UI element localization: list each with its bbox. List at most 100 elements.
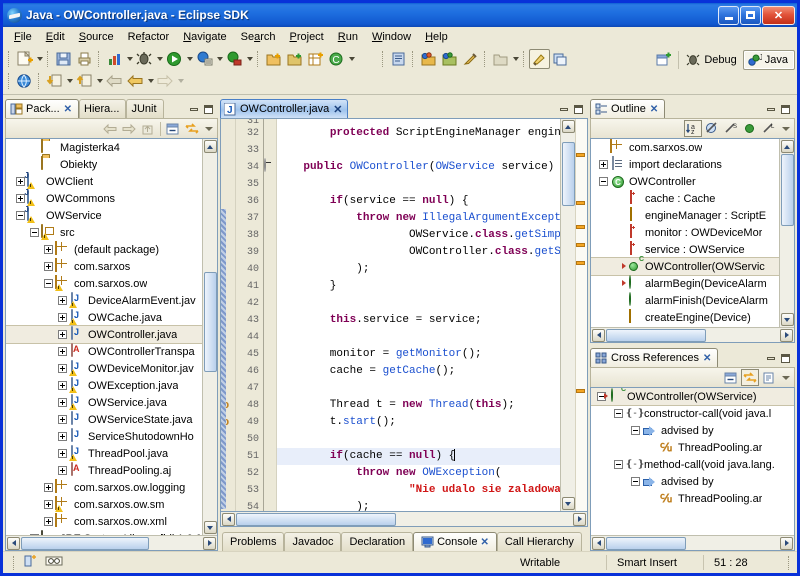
package-explorer-hscrollbar[interactable] [6, 535, 217, 550]
collapse-twisty[interactable] [44, 279, 53, 288]
expand-twisty[interactable] [58, 466, 67, 475]
tab-problems[interactable]: Problems [222, 532, 284, 551]
back-icon[interactable] [104, 71, 125, 91]
forward-icon[interactable] [125, 71, 146, 91]
scroll-left-button[interactable] [592, 329, 605, 342]
external-tools-icon[interactable] [194, 49, 215, 69]
hscroll-thumb[interactable] [21, 537, 149, 550]
next-edit-dropdown[interactable] [176, 71, 185, 91]
hscroll-thumb[interactable] [606, 329, 706, 342]
fold-slot[interactable] [264, 261, 276, 278]
expand-twisty[interactable] [58, 415, 67, 424]
vscroll-thumb[interactable] [781, 154, 794, 226]
collapse-twisty[interactable] [614, 409, 623, 418]
print-icon[interactable] [74, 49, 95, 69]
fold-slot[interactable] [264, 499, 276, 512]
fold-slot[interactable] [264, 448, 276, 465]
tree-row[interactable]: advised by [591, 422, 794, 439]
next-annotation-dropdown[interactable] [65, 71, 74, 91]
new-folder-dropdown[interactable] [511, 49, 520, 69]
expand-twisty[interactable] [58, 364, 67, 373]
tree-row[interactable]: ServiceShutodownHo [6, 428, 202, 445]
previous-annotation-icon[interactable] [74, 71, 95, 91]
annotation-slot[interactable] [221, 159, 235, 176]
code-line[interactable]: ); [277, 261, 560, 278]
minimize-button[interactable] [718, 6, 739, 25]
tree-row[interactable]: ❴-❵constructor-call(void java.l [591, 405, 794, 422]
previous-annotation-dropdown[interactable] [95, 71, 104, 91]
annotation-slot[interactable] [221, 193, 235, 210]
menu-project[interactable]: Project [283, 29, 331, 45]
tree-row[interactable]: OWService [6, 207, 202, 224]
code-line[interactable]: throw new IllegalArgumentException( [277, 210, 560, 227]
tree-row[interactable]: com.sarxos.ow.xml [6, 513, 202, 530]
tree-row[interactable]: Obiekty [6, 156, 202, 173]
vscroll-thumb[interactable] [204, 272, 217, 372]
code-line[interactable]: ); [277, 499, 560, 511]
hscroll-thumb[interactable] [606, 537, 686, 550]
code-line[interactable] [277, 431, 560, 448]
menu-refactor[interactable]: Refactor [121, 29, 177, 45]
expand-twisty[interactable] [58, 449, 67, 458]
code-line[interactable]: OWController.class.getSimple [277, 244, 560, 261]
code-line[interactable]: Thread t = new Thread(this); [277, 397, 560, 414]
scroll-right-button[interactable] [780, 537, 793, 550]
tree-row[interactable]: com.sarxos [6, 258, 202, 275]
scroll-up-button[interactable] [204, 140, 217, 153]
external-tools-dropdown[interactable] [215, 49, 224, 69]
expand-twisty[interactable] [58, 347, 67, 356]
expand-twisty[interactable] [58, 432, 67, 441]
menu-navigate[interactable]: Navigate [176, 29, 233, 45]
open-aspect-icon[interactable] [418, 49, 439, 69]
fold-slot[interactable] [264, 193, 276, 210]
outline-tree[interactable]: com.sarxos.owimport declarationsCOWContr… [590, 138, 795, 343]
scroll-down-button[interactable] [562, 497, 575, 510]
open-aspect2-icon[interactable] [439, 49, 460, 69]
tree-row[interactable]: com.sarxos.ow [591, 139, 779, 156]
minimize-editor-button[interactable] [557, 103, 570, 116]
outline-vscrollbar[interactable] [779, 139, 794, 327]
tree-row[interactable]: COWController [591, 173, 779, 190]
new-javadoc-icon[interactable] [388, 49, 409, 69]
new-folder-icon[interactable] [490, 49, 511, 69]
expand-twisty[interactable] [44, 517, 53, 526]
overview-warning-mark[interactable] [576, 225, 585, 229]
tree-row[interactable]: ThreadPooling.aj [6, 462, 202, 479]
fold-slot[interactable] [264, 465, 276, 482]
expand-twisty[interactable] [44, 245, 53, 254]
scroll-down-button[interactable] [204, 521, 217, 534]
scroll-left-button[interactable] [7, 537, 20, 550]
code-line[interactable]: if(cache == null) { [277, 448, 560, 465]
tree-row[interactable]: CCOWController(OWServic [591, 258, 779, 275]
menu-edit[interactable]: Edit [39, 29, 72, 45]
build-dropdown[interactable] [125, 49, 134, 69]
editor-folding-gutter[interactable] [264, 119, 277, 511]
fold-slot[interactable] [264, 295, 276, 312]
forward-icon[interactable] [120, 120, 138, 137]
editor-hscrollbar[interactable] [220, 512, 588, 527]
tab-declaration[interactable]: Declaration [341, 532, 413, 551]
code-line[interactable] [277, 295, 560, 312]
fold-slot[interactable] [264, 278, 276, 295]
fold-slot[interactable] [264, 346, 276, 363]
next-edit-icon[interactable] [155, 71, 176, 91]
menu-run[interactable]: Run [331, 29, 365, 45]
scroll-right-button[interactable] [203, 537, 216, 550]
tree-row[interactable]: cache : Cache [591, 190, 779, 207]
build-icon[interactable] [104, 49, 125, 69]
next-annotation-icon[interactable] [44, 71, 65, 91]
overview-warning-mark[interactable] [576, 153, 585, 157]
hide-fields-icon[interactable] [703, 120, 721, 137]
debug-icon[interactable] [134, 49, 155, 69]
code-line[interactable]: if(service == null) { [277, 193, 560, 210]
tree-row[interactable]: ❴-❵method-call(void java.lang. [591, 456, 794, 473]
up-icon[interactable] [139, 120, 157, 137]
code-line[interactable] [277, 380, 560, 397]
tab-javadoc[interactable]: Javadoc [284, 532, 341, 551]
scroll-right-button[interactable] [780, 329, 793, 342]
tree-row[interactable]: ℆ThreadPooling.ar [591, 490, 794, 507]
tree-row[interactable]: service : OWService [591, 241, 779, 258]
tree-row[interactable]: alarmFinish(DeviceAlarm [591, 292, 779, 309]
collapse-twisty[interactable] [631, 426, 640, 435]
link-with-editor-icon[interactable] [741, 369, 759, 386]
